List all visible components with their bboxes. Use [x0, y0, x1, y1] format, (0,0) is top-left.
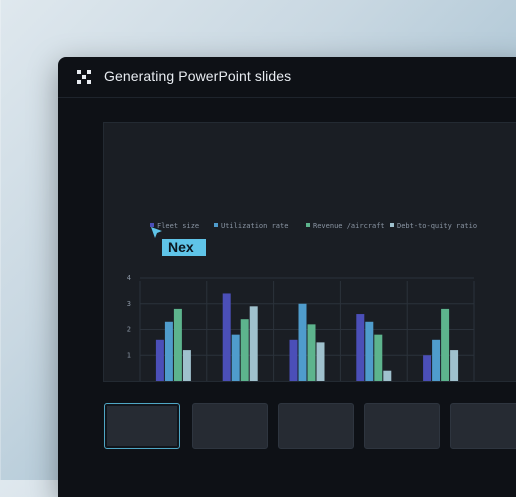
chart-bar — [240, 319, 249, 381]
y-tick-label: 4 — [127, 274, 131, 282]
y-tick-label: 3 — [127, 300, 131, 308]
chart-bar — [249, 306, 258, 381]
chart-bar — [374, 334, 383, 381]
chart-bar — [173, 308, 182, 381]
chart-bar — [182, 350, 191, 381]
bar-chart: 1 2 3 4 — [127, 274, 475, 381]
chart-bar — [356, 314, 365, 381]
y-tick-label: 2 — [127, 326, 131, 334]
chart-bar — [155, 339, 164, 381]
chart-bar — [316, 342, 325, 381]
chart-bar — [231, 334, 240, 381]
collaborator-name-tag: Nex — [162, 239, 206, 256]
y-tick-label: 1 — [127, 351, 131, 359]
chart-bar — [383, 370, 392, 381]
chart-bar — [441, 308, 450, 381]
chart-bar — [298, 303, 307, 381]
chart-bar — [450, 350, 459, 381]
cursor-pointer-icon — [151, 227, 162, 238]
chart-bar — [365, 321, 374, 381]
chart-bar — [164, 321, 173, 381]
chart-bar — [423, 355, 432, 381]
chart-bar — [432, 339, 441, 381]
chart-bar — [307, 324, 316, 381]
chart-bar — [222, 293, 231, 381]
chart-bar — [289, 339, 298, 381]
